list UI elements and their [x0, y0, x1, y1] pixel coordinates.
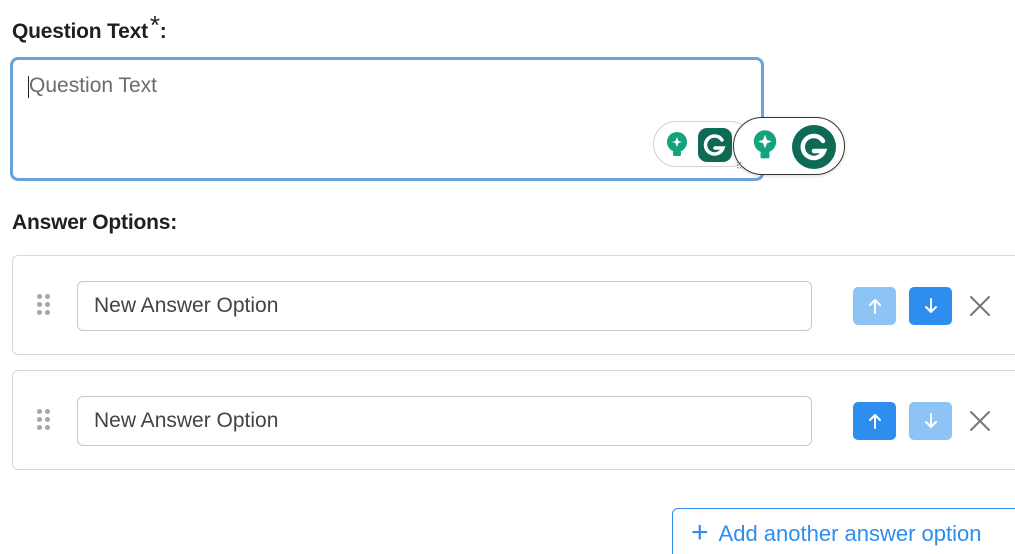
required-marker: *	[149, 10, 160, 40]
grammarly-icon	[698, 128, 732, 162]
grammarly-widget[interactable]	[733, 117, 845, 175]
answer-option-input[interactable]	[77, 281, 812, 331]
remove-option-button[interactable]	[963, 289, 997, 323]
move-down-button[interactable]	[909, 287, 952, 325]
drag-handle-icon[interactable]	[37, 409, 53, 433]
close-icon	[970, 296, 990, 316]
answer-option-input[interactable]	[77, 396, 812, 446]
answer-options-label: Answer Options:	[12, 211, 178, 234]
remove-option-button[interactable]	[963, 404, 997, 438]
label-colon: :	[159, 20, 167, 43]
question-text-label-text: Question Text	[12, 20, 148, 43]
lightbulb-icon	[667, 132, 687, 156]
question-text-label: Question Text*:	[12, 10, 167, 45]
add-answer-option-button[interactable]: + Add another answer option	[672, 508, 1015, 554]
answer-option-card	[12, 255, 1015, 355]
move-up-button[interactable]	[853, 287, 896, 325]
question-text-input[interactable]: Question Text	[10, 57, 764, 181]
grammarly-icon	[792, 125, 836, 169]
grammarly-grip-icon[interactable]: ⠿	[736, 162, 743, 171]
answer-option-card	[12, 370, 1015, 470]
arrow-up-icon	[868, 414, 881, 429]
plus-icon: +	[691, 516, 709, 549]
add-answer-option-label: Add another answer option	[718, 521, 982, 546]
move-up-button[interactable]	[853, 402, 896, 440]
drag-handle-icon[interactable]	[37, 294, 53, 318]
question-text-placeholder: Question Text	[29, 74, 158, 97]
question-editor: Question Text*: Question Text ⠿ Answer O…	[0, 0, 1015, 554]
arrow-down-icon	[924, 413, 937, 428]
arrow-down-icon	[924, 298, 937, 313]
close-icon	[970, 411, 990, 431]
move-down-button[interactable]	[909, 402, 952, 440]
lightbulb-icon	[753, 130, 777, 159]
arrow-up-icon	[868, 299, 881, 314]
